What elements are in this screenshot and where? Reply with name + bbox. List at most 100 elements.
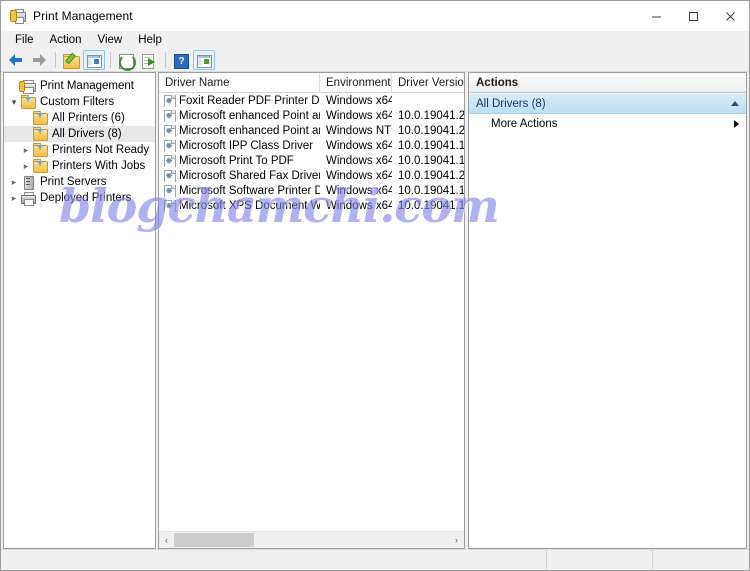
tree-node-print-management[interactable]: Print Management (4, 78, 155, 94)
table-row[interactable]: Microsoft Shared Fax Driver Windows x64 … (159, 168, 464, 183)
toolbar-separator-1 (55, 52, 56, 68)
table-row[interactable]: Microsoft Print To PDF Windows x64 10.0.… (159, 153, 464, 168)
forward-button[interactable] (28, 50, 50, 70)
tree-node-label: All Drivers (8) (52, 128, 122, 140)
tree-node-printers-with-jobs[interactable]: ▸ Printers With Jobs (4, 158, 155, 174)
table-row[interactable]: Microsoft enhanced Point and ... Windows… (159, 108, 464, 123)
tree-node-deployed-printers[interactable]: ▸ Deployed Printers (4, 190, 155, 206)
driver-name-text: Microsoft Print To PDF (179, 154, 294, 167)
scroll-left-arrow-icon[interactable]: ‹ (159, 532, 174, 548)
tree-node-print-servers[interactable]: ▸ Print Servers (4, 174, 155, 190)
driver-version-cell: 10.0.19041.2486 (398, 109, 464, 122)
chevron-right-icon[interactable]: ▸ (20, 145, 32, 156)
driver-icon (164, 184, 176, 197)
refresh-button[interactable] (115, 50, 137, 71)
scroll-right-arrow-icon[interactable]: › (449, 532, 464, 548)
tree-node-all-drivers[interactable]: All Drivers (8) (4, 126, 155, 142)
status-bar (1, 549, 749, 570)
action-more-actions[interactable]: More Actions (469, 114, 746, 134)
tree-node-all-printers[interactable]: All Printers (6) (4, 110, 155, 126)
driver-name-text: Microsoft IPP Class Driver (179, 139, 313, 152)
table-row[interactable]: Microsoft Software Printer Driver Window… (159, 183, 464, 198)
environment-cell: Windows x64 (326, 109, 392, 122)
filter-folder-icon (32, 127, 48, 141)
export-list-button[interactable] (138, 50, 160, 70)
minimize-button[interactable] (638, 1, 675, 31)
environment-cell: Windows x64 (326, 169, 392, 182)
driver-icon (164, 154, 176, 167)
refresh-icon (118, 53, 136, 71)
driver-name-text: Microsoft XPS Document Write... (179, 199, 320, 212)
filter-folder-icon (32, 159, 48, 173)
back-button[interactable] (5, 50, 27, 70)
console-tree-pane: Print Management ▾ Custom Filters All Pr… (3, 72, 156, 549)
column-header-environment[interactable]: Environment (320, 73, 392, 92)
arrow-right-icon (32, 54, 46, 66)
scrollbar-track[interactable] (174, 532, 449, 548)
close-button[interactable] (712, 1, 749, 31)
driver-icon (164, 124, 176, 137)
actions-group-all-drivers[interactable]: All Drivers (8) (469, 93, 746, 114)
driver-version-cell: 10.0.19041.1 (398, 184, 464, 197)
help-button[interactable]: ? (170, 50, 192, 70)
action-item-label: More Actions (491, 118, 558, 130)
tree-node-label: Custom Filters (40, 96, 115, 108)
environment-cell: Windows x64 (326, 94, 392, 107)
print-management-icon (19, 79, 36, 94)
menu-view[interactable]: View (90, 32, 131, 49)
question-mark-icon: ? (173, 53, 189, 69)
driver-name-text: Microsoft Software Printer Driver (179, 184, 320, 197)
table-row[interactable]: Microsoft enhanced Point and ... Windows… (159, 123, 464, 138)
scrollbar-thumb[interactable] (174, 533, 254, 547)
driver-version-cell: 10.0.19041.1 (398, 139, 464, 152)
menu-file[interactable]: File (7, 32, 42, 49)
driver-icon (164, 139, 176, 152)
driver-name-cell: Microsoft IPP Class Driver (159, 139, 320, 152)
chevron-right-icon[interactable]: ▸ (8, 177, 20, 188)
up-one-level-button[interactable] (60, 50, 82, 70)
driver-name-cell: Microsoft Software Printer Driver (159, 184, 320, 197)
triangle-right-icon[interactable] (734, 120, 739, 128)
print-management-window: Print Management File Action View Help ?… (0, 0, 750, 571)
content-area: Print Management ▾ Custom Filters All Pr… (1, 72, 749, 549)
chevron-right-icon[interactable]: ▸ (8, 193, 20, 204)
environment-cell: Windows x64 (326, 139, 392, 152)
table-row[interactable]: Microsoft XPS Document Write... Windows … (159, 198, 464, 213)
column-header-driver-version[interactable]: Driver Version (392, 73, 464, 92)
driver-icon (164, 94, 176, 107)
title-bar: Print Management (1, 1, 749, 31)
table-row[interactable]: Microsoft IPP Class Driver Windows x64 1… (159, 138, 464, 153)
driver-icon (164, 109, 176, 122)
environment-cell: Windows x64 (326, 199, 392, 212)
column-header-driver-name[interactable]: Driver Name (159, 73, 320, 92)
maximize-button[interactable] (675, 1, 712, 31)
tree-node-label: Print Management (40, 80, 134, 92)
driver-list-pane: Driver Name Environment Driver Version F… (158, 72, 465, 549)
driver-version-cell: 10.0.19041.1 (398, 154, 464, 167)
environment-cell: Windows x64 (326, 184, 392, 197)
tree-node-label: Deployed Printers (40, 192, 132, 204)
tree-node-label: Print Servers (40, 176, 107, 188)
driver-name-text: Foxit Reader PDF Printer Driver (179, 94, 320, 107)
window-controls (638, 1, 749, 31)
horizontal-scrollbar[interactable]: ‹ › (159, 531, 464, 548)
driver-name-text: Microsoft enhanced Point and ... (179, 109, 320, 122)
table-row[interactable]: Foxit Reader PDF Printer Driver Windows … (159, 93, 464, 108)
show-hide-action-pane-button[interactable] (193, 50, 215, 70)
environment-cell: Windows NT x86 (326, 124, 392, 137)
chevron-down-icon[interactable]: ▾ (8, 97, 20, 108)
arrow-left-icon (9, 54, 23, 66)
driver-name-cell: Microsoft Print To PDF (159, 154, 320, 167)
show-hide-console-tree-button[interactable] (83, 50, 105, 70)
folder-pencil-icon (63, 52, 80, 69)
triangle-up-icon[interactable] (731, 101, 739, 106)
menu-help[interactable]: Help (130, 32, 170, 49)
actions-pane: Actions All Drivers (8) More Actions (468, 72, 747, 549)
menu-action[interactable]: Action (42, 32, 90, 49)
chevron-right-icon[interactable]: ▸ (20, 161, 32, 172)
tree-node-custom-filters[interactable]: ▾ Custom Filters (4, 94, 155, 110)
driver-icon (164, 199, 176, 212)
driver-name-text: Microsoft enhanced Point and ... (179, 124, 320, 137)
filter-folder-icon (32, 143, 48, 157)
tree-node-printers-not-ready[interactable]: ▸ Printers Not Ready (4, 142, 155, 158)
